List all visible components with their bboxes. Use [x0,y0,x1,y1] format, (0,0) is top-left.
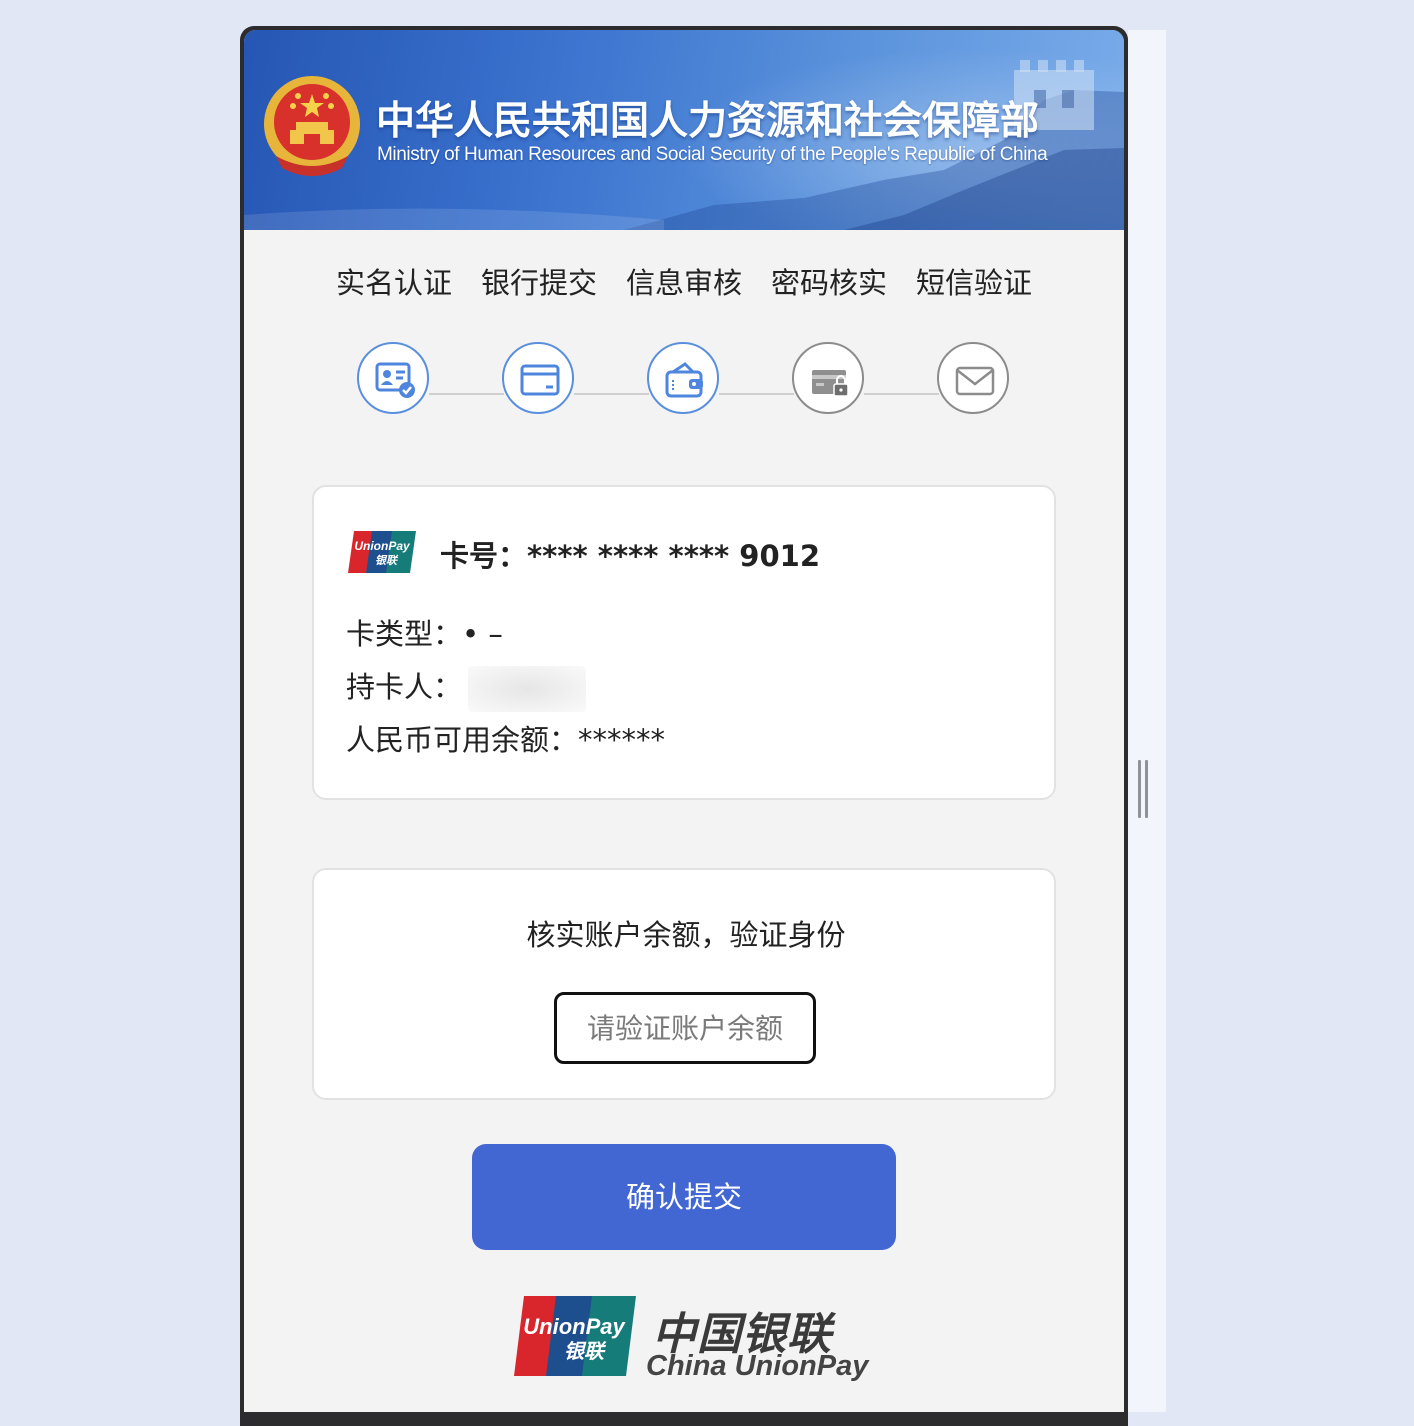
card-type-label: 卡类型： [346,617,463,651]
step-password-check [792,342,864,414]
card-type-value: • – [462,617,503,651]
step-bank-submit [502,342,574,414]
card-lock-icon [812,370,849,397]
step-connector [864,393,939,395]
card-holder-row: 持卡人： [346,664,587,712]
balance-row: 人民币可用余额：****** [346,717,665,759]
step-connector [429,393,504,395]
balance-input[interactable] [554,992,816,1064]
submit-button[interactable]: 确认提交 [472,1144,896,1250]
bank-card-info: UnionPay 银联 卡号：**** **** **** 9012 卡类型：•… [312,485,1056,800]
bank-card-icon [520,364,560,396]
unionpay-footer-logo: UnionPay 银联 [514,1296,636,1376]
card-type-row: 卡类型：• – [346,611,503,653]
card-holder-redacted [468,666,587,712]
envelope-icon [955,366,995,396]
card-number-value: **** **** **** 9012 [527,539,821,573]
card-number-label: 卡号： [440,539,528,573]
verify-title: 核实账户余额，验证身份 [526,918,846,952]
phone-screen: 中华人民共和国人力资源和社会保障部 Ministry of Human Reso… [244,30,1124,1412]
balance-label: 人民币可用余额： [346,723,579,757]
balance-value: ****** [578,723,666,757]
national-emblem-logo [264,76,360,176]
resize-handle[interactable] [1138,760,1150,818]
balance-verify-panel: 核实账户余额，验证身份 [312,868,1056,1100]
step-realname [357,342,429,414]
svg-text:UnionPay: UnionPay [354,539,411,553]
ministry-title-cn: 中华人民共和国人力资源和社会保障部 [376,99,1040,144]
svg-text:UnionPay: UnionPay [523,1314,626,1339]
card-holder-label: 持卡人： [346,670,463,704]
unionpay-logo: UnionPay 银联 [348,531,416,573]
step-info-review [647,342,719,414]
svg-text:银联: 银联 [564,1339,607,1363]
ministry-title-en: Ministry of Human Resources and Social S… [377,144,1048,165]
id-card-check-icon [375,362,415,398]
step-label-password-check: 密码核实 [770,266,887,300]
step-connector [574,393,649,395]
step-label-sms-verify: 短信验证 [915,266,1032,300]
footer-brand-en: China UnionPay [646,1350,869,1382]
step-label-bank-submit: 银行提交 [480,266,597,300]
header-banner: 中华人民共和国人力资源和社会保障部 Ministry of Human Reso… [244,30,1124,230]
side-panel [1128,30,1166,1412]
step-label-info-review: 信息审核 [625,266,742,300]
step-sms-verify [937,342,1009,414]
wallet-icon [665,362,703,398]
step-connector [719,393,794,395]
step-labels: 实名认证 银行提交 信息审核 密码核实 短信验证 [244,260,1124,300]
step-label-realname: 实名认证 [335,266,452,300]
svg-text:银联: 银联 [375,554,399,567]
card-number: 卡号：**** **** **** 9012 [440,533,820,575]
